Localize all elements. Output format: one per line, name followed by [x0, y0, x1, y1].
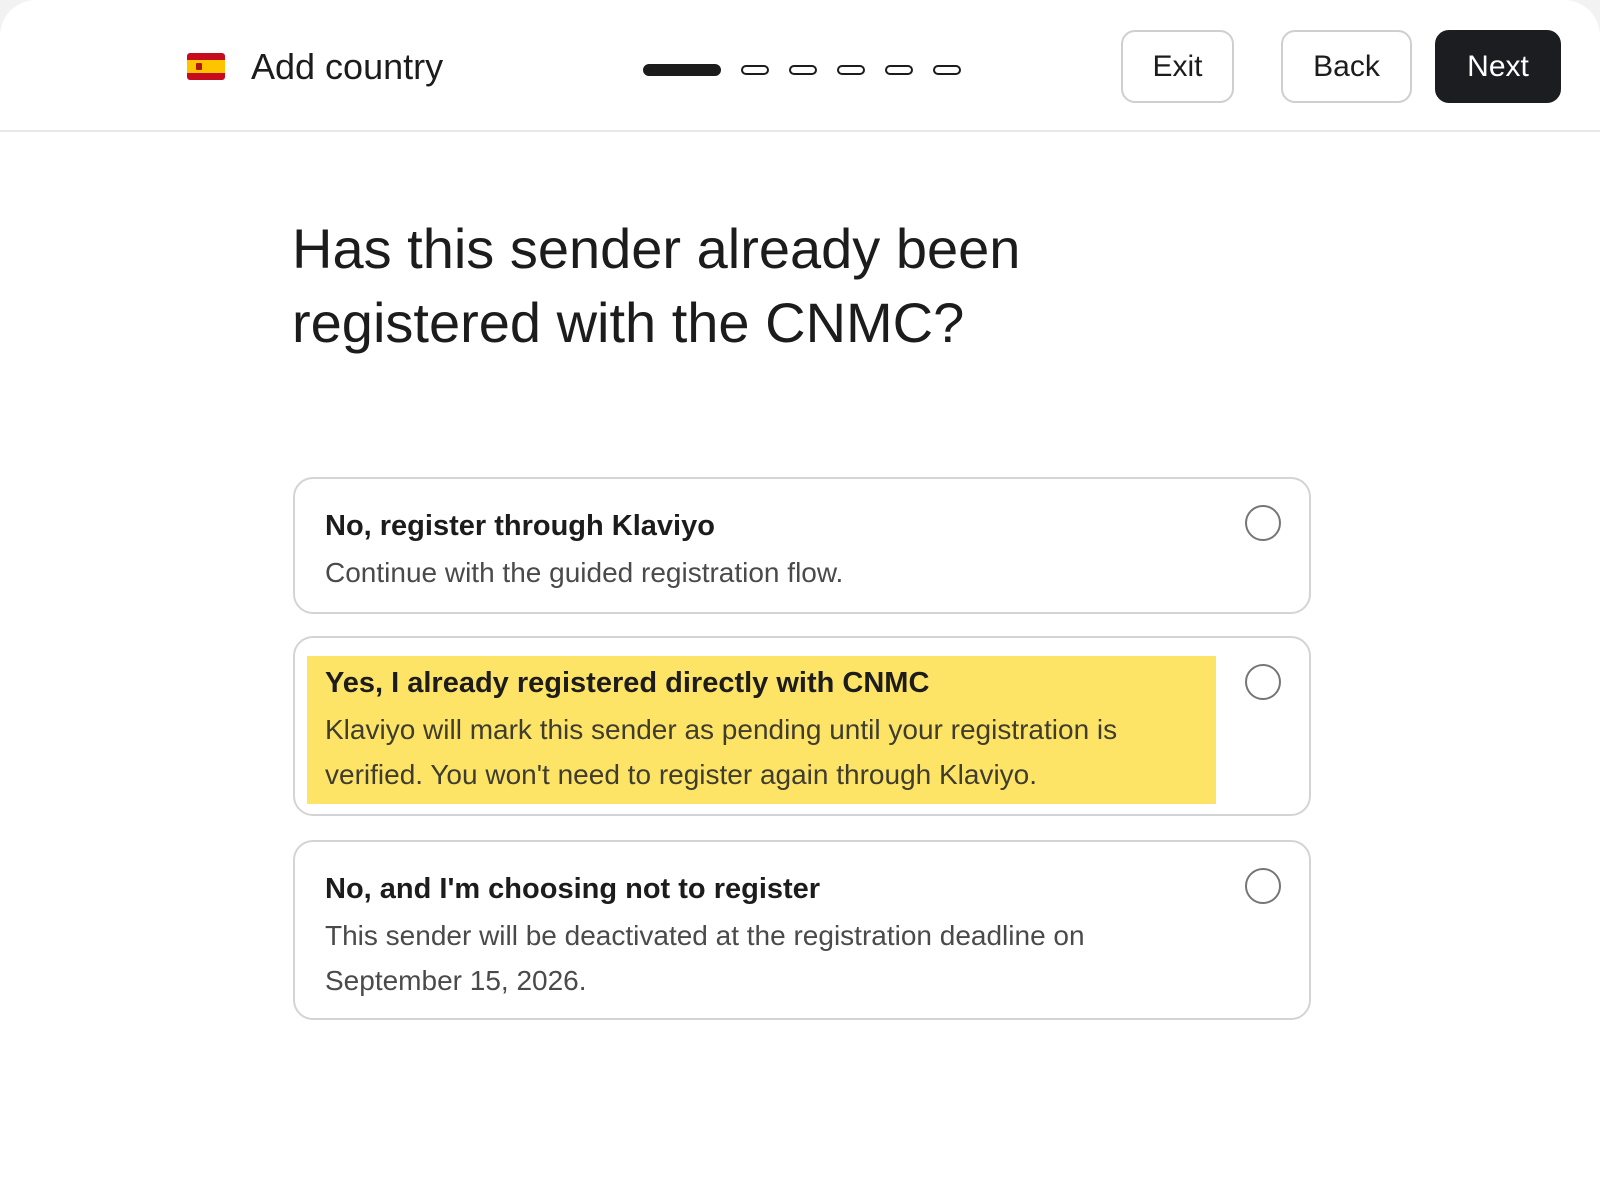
- progress-step-4: [837, 65, 865, 75]
- progress-steps: [643, 63, 981, 77]
- option-title: No, and I'm choosing not to register: [325, 873, 821, 905]
- progress-step-2: [741, 65, 769, 75]
- option-description: Continue with the guided registration fl…: [325, 557, 844, 588]
- option-content: Yes, I already registered directly with …: [325, 663, 1205, 797]
- option-title: No, register through Klaviyo: [325, 510, 715, 542]
- progress-step-5: [885, 65, 913, 75]
- option-content: No, register through Klaviyo Continue wi…: [325, 506, 1205, 595]
- option-register-through-klaviyo[interactable]: No, register through Klaviyo Continue wi…: [293, 477, 1311, 614]
- option-title: Yes, I already registered directly with …: [325, 667, 930, 699]
- option-description: Klaviyo will mark this sender as pending…: [325, 714, 1118, 790]
- progress-step-1-active: [643, 64, 721, 76]
- progress-step-3: [789, 65, 817, 75]
- page-title: Add country: [251, 46, 444, 87]
- radio-button[interactable]: [1245, 868, 1281, 904]
- spain-flag-icon: [187, 53, 225, 80]
- radio-button[interactable]: [1245, 505, 1281, 541]
- wizard-header: Add country Exit Back Next: [0, 0, 1600, 132]
- exit-button[interactable]: Exit: [1121, 30, 1234, 103]
- option-description: This sender will be deactivated at the r…: [325, 920, 1085, 996]
- radio-button[interactable]: [1245, 664, 1281, 700]
- back-button[interactable]: Back: [1281, 30, 1412, 103]
- next-button[interactable]: Next: [1435, 30, 1561, 103]
- progress-step-6: [933, 65, 961, 75]
- option-choose-not-to-register[interactable]: No, and I'm choosing not to register Thi…: [293, 840, 1311, 1020]
- question-heading: Has this sender already been registered …: [292, 217, 1021, 354]
- option-content: No, and I'm choosing not to register Thi…: [325, 869, 1205, 1003]
- option-already-registered[interactable]: Yes, I already registered directly with …: [293, 636, 1311, 816]
- app-window: Add country Exit Back Next Has this send…: [0, 0, 1600, 1194]
